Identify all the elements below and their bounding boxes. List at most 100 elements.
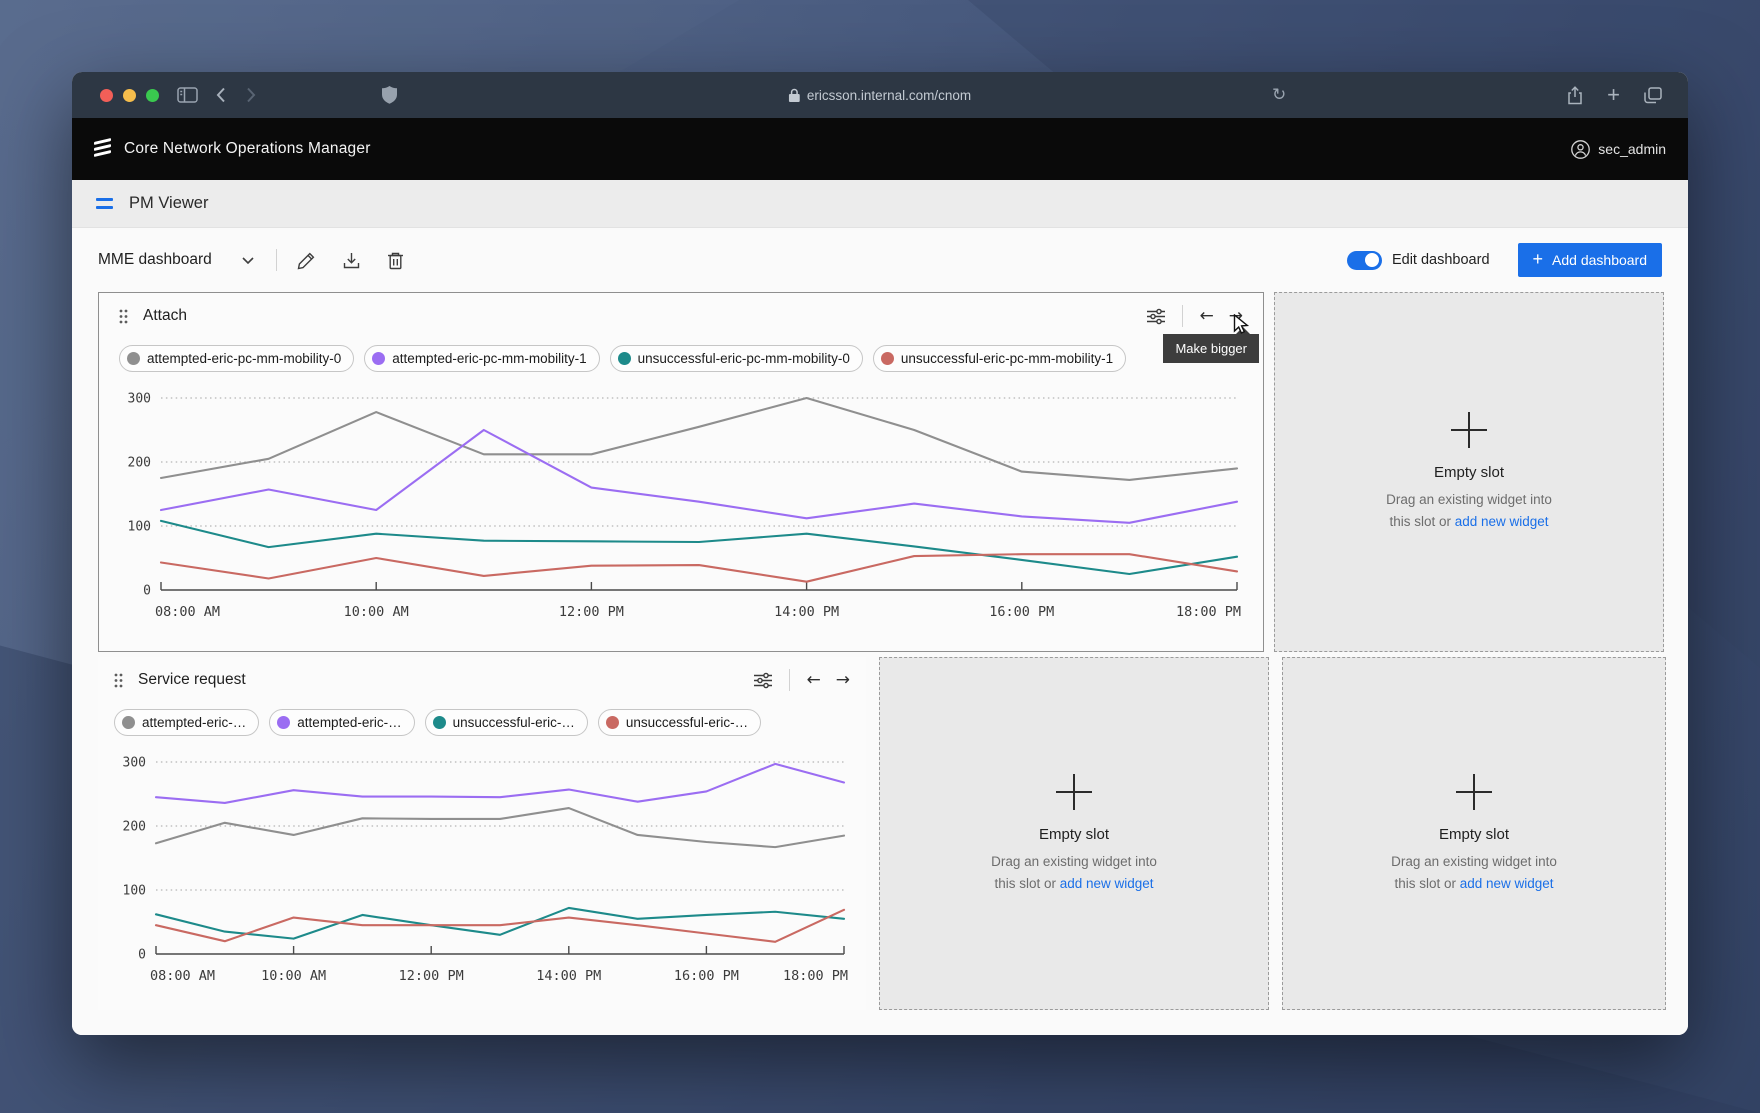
add-widget-plus-icon: [1456, 773, 1492, 810]
export-dashboard-icon[interactable]: [342, 251, 361, 270]
add-new-widget-link[interactable]: add new widget: [1455, 514, 1549, 529]
close-button[interactable]: [100, 88, 113, 102]
address-bar[interactable]: ericsson.internal.com/cnom: [788, 72, 972, 118]
empty-slot-text: Drag an existing widget into this slot o…: [1386, 492, 1552, 529]
plus-icon: +: [1532, 249, 1544, 269]
add-dashboard-button[interactable]: + Add dashboard: [1517, 243, 1662, 277]
sidebar-toggle-icon[interactable]: [177, 87, 198, 103]
svg-text:14:00 PM: 14:00 PM: [536, 968, 601, 984]
widget-settings-icon[interactable]: [1146, 308, 1165, 325]
series-color-dot: [617, 352, 631, 365]
attach-line-chart: 0 100 200 300 08:00 AM 10:00 AM 12:00 PM 14:00 …: [119, 384, 1243, 636]
add-widget-plus-icon: [1056, 773, 1092, 810]
service-request-line-chart: 0 100 200 300 08:00 AM 10:00 AM 12:00 PM 14:00 …: [114, 748, 850, 1000]
url-text: ericsson.internal.com/cnom: [806, 87, 972, 103]
edit-dashboard-toggle-label: Edit dashboard: [1391, 252, 1490, 268]
username: sec_admin: [1598, 141, 1666, 157]
user-menu[interactable]: sec_admin: [1571, 139, 1666, 159]
user-icon: [1571, 139, 1591, 159]
move-widget-left-icon[interactable]: ←: [807, 671, 821, 689]
empty-slot[interactable]: Empty slot Drag an existing widget into …: [1274, 292, 1664, 652]
legend-chip[interactable]: attempted-eric-…: [269, 709, 415, 736]
delete-dashboard-icon[interactable]: [387, 251, 404, 270]
series-color-dot: [122, 716, 135, 729]
svg-text:08:00 AM: 08:00 AM: [150, 968, 215, 984]
empty-slot-title: Empty slot: [1038, 825, 1110, 843]
drag-handle-icon[interactable]: [119, 309, 128, 324]
widget-attach: Attach ← →: [98, 292, 1264, 652]
app-title: Core Network Operations Manager: [124, 140, 371, 157]
svg-text:200: 200: [128, 456, 151, 471]
dashboard-toolbar: MME dashboard Edit dashboard + Add dashb…: [98, 228, 1662, 292]
minimize-button[interactable]: [123, 88, 136, 102]
chevron-down-icon[interactable]: [242, 256, 254, 264]
app-header: Core Network Operations Manager sec_admi…: [72, 118, 1688, 180]
svg-text:0: 0: [138, 948, 146, 963]
widget-settings-icon[interactable]: [753, 672, 772, 689]
series-color-dot: [277, 716, 291, 729]
svg-text:0: 0: [143, 584, 151, 599]
widget-service-request: Service request ← → attempted-eric-… att…: [98, 657, 866, 1010]
dashboard-content: MME dashboard Edit dashboard + Add dashb…: [72, 228, 1688, 1035]
svg-text:200: 200: [123, 820, 146, 835]
legend-chip[interactable]: unsuccessful-eric-pc-mm-mobility-0: [609, 345, 863, 372]
empty-slot-title: Empty slot: [1438, 825, 1510, 843]
reload-icon: ↻: [1272, 85, 1287, 104]
svg-text:14:00 PM: 14:00 PM: [774, 604, 839, 620]
add-new-widget-link[interactable]: add new widget: [1060, 876, 1154, 891]
lock-icon: [788, 88, 800, 102]
series-color-dot: [432, 716, 446, 729]
legend-chip[interactable]: attempted-eric-pc-mm-mobility-1: [364, 345, 600, 372]
move-widget-right-icon[interactable]: →: [836, 671, 850, 689]
svg-text:300: 300: [123, 756, 146, 771]
add-new-widget-link[interactable]: add new widget: [1460, 876, 1554, 891]
page-title: PM Viewer: [129, 194, 209, 212]
legend-chip[interactable]: attempted-eric-pc-mm-mobility-0: [119, 345, 355, 372]
empty-slot-text: Drag an existing widget into this slot o…: [991, 853, 1157, 891]
series-color-dot: [127, 352, 140, 365]
window-controls: [100, 88, 159, 102]
edit-dashboard-toggle[interactable]: [1346, 250, 1382, 270]
series-color-dot: [605, 716, 619, 729]
tab-overview-icon[interactable]: [1644, 86, 1662, 104]
widget-title: Attach: [143, 307, 187, 324]
series-color-dot: [880, 352, 894, 365]
svg-text:16:00 PM: 16:00 PM: [674, 968, 739, 984]
browser-titlebar: ericsson.internal.com/cnom ↻ +: [72, 72, 1688, 118]
widget-title: Service request: [138, 671, 246, 688]
edit-dashboard-icon[interactable]: [297, 251, 316, 270]
legend-chips: attempted-eric-pc-mm-mobility-0 attempte…: [119, 345, 1243, 372]
share-icon[interactable]: [1567, 85, 1583, 105]
empty-slot-title: Empty slot: [1433, 464, 1505, 482]
divider: [1181, 305, 1183, 327]
svg-text:10:00 AM: 10:00 AM: [344, 604, 409, 620]
legend-chip[interactable]: unsuccessful-eric-…: [424, 709, 588, 736]
legend-chip[interactable]: unsuccessful-eric-pc-mm-mobility-1: [872, 345, 1127, 372]
new-tab-plus-icon[interactable]: +: [1607, 84, 1620, 106]
dashboard-select[interactable]: MME dashboard: [98, 251, 212, 269]
svg-text:08:00 AM: 08:00 AM: [155, 604, 220, 620]
svg-text:100: 100: [123, 884, 146, 899]
svg-text:16:00 PM: 16:00 PM: [989, 604, 1054, 620]
divider: [788, 669, 790, 691]
menu-icon[interactable]: [96, 198, 113, 209]
svg-text:12:00 PM: 12:00 PM: [559, 604, 624, 620]
svg-text:300: 300: [128, 392, 151, 407]
page-header-bar: PM Viewer: [72, 180, 1688, 228]
svg-text:12:00 PM: 12:00 PM: [399, 968, 464, 984]
reload-button[interactable]: ↻: [1272, 72, 1286, 118]
drag-handle-icon[interactable]: [114, 673, 123, 688]
add-widget-plus-icon: [1451, 412, 1487, 449]
empty-slot-text: Drag an existing widget into this slot o…: [1391, 853, 1557, 891]
series-color-dot: [372, 352, 386, 365]
empty-slot[interactable]: Empty slot Drag an existing widget into …: [879, 657, 1269, 1010]
empty-slot[interactable]: Empty slot Drag an existing widget into …: [1282, 657, 1666, 1010]
svg-text:10:00 AM: 10:00 AM: [261, 968, 326, 984]
back-button[interactable]: [216, 87, 226, 103]
legend-chip[interactable]: unsuccessful-eric-…: [597, 709, 762, 736]
divider: [275, 249, 277, 271]
forward-button[interactable]: [246, 87, 256, 103]
move-widget-left-icon[interactable]: ←: [1200, 307, 1214, 325]
legend-chip[interactable]: attempted-eric-…: [114, 709, 260, 736]
zoom-button[interactable]: [146, 88, 159, 102]
